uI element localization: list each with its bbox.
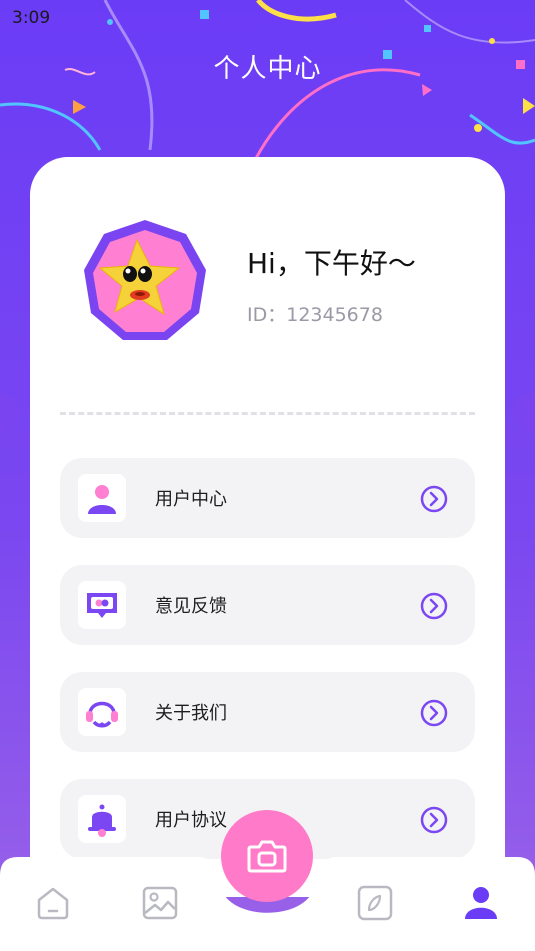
dashed-divider (60, 412, 475, 415)
confetti-decoration (0, 0, 535, 161)
tab-home[interactable] (34, 884, 72, 922)
menu-item-label: 关于我们 (155, 703, 227, 724)
chevron-right-circle-icon (420, 806, 448, 834)
menu-item-label: 用户中心 (155, 489, 227, 510)
menu-item-feedback[interactable]: 意见反馈 (60, 565, 475, 645)
menu-item-label: 用户协议 (155, 810, 227, 831)
headset-icon (78, 688, 126, 736)
greeting-text: Hi，下午好～ (247, 247, 416, 280)
tab-discover[interactable] (356, 884, 394, 922)
chevron-right-circle-icon (420, 699, 448, 727)
avatar[interactable] (82, 218, 208, 344)
status-bar-time: 3:09 (12, 8, 51, 28)
menu-item-user-center[interactable]: 用户中心 (60, 458, 475, 538)
feedback-icon (78, 581, 126, 629)
user-id-text: ID：12345678 (247, 304, 383, 326)
camera-button[interactable] (221, 810, 313, 902)
chevron-right-circle-icon (420, 485, 448, 513)
user-icon (78, 474, 126, 522)
tab-profile[interactable] (462, 884, 500, 922)
tab-gallery[interactable] (141, 884, 179, 922)
page-title: 个人中心 (213, 54, 322, 84)
chevron-right-circle-icon (420, 592, 448, 620)
bell-icon (78, 795, 126, 843)
menu-item-about-us[interactable]: 关于我们 (60, 672, 475, 752)
camera-icon (247, 840, 287, 873)
menu-item-label: 意见反馈 (155, 596, 227, 617)
